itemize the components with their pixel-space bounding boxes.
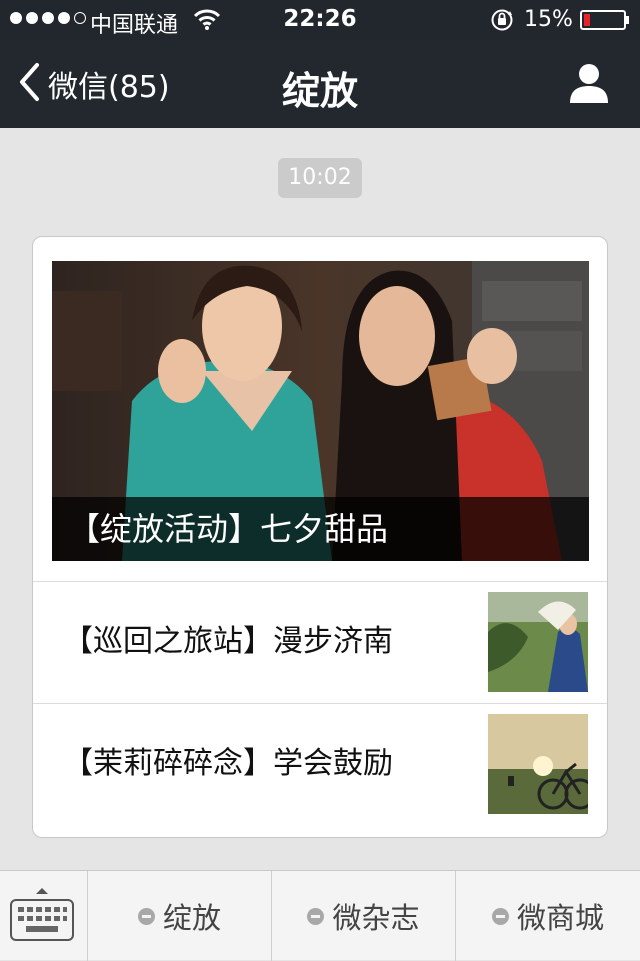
menu-item-micro-magazine[interactable]: 微杂志: [272, 871, 456, 961]
article-thumbnail: [488, 714, 588, 814]
nav-bar: 微信(85) 绽放: [0, 40, 640, 128]
keyboard-icon: [10, 887, 74, 947]
page-title: 绽放: [281, 69, 358, 113]
battery-tip: [626, 16, 629, 24]
article-item[interactable]: 【巡回之旅站】漫步济南: [33, 582, 607, 702]
menu-item-label: 微杂志: [332, 901, 420, 935]
battery-level-fill: [584, 14, 590, 26]
menu-item-label: 绽放: [162, 901, 221, 935]
keyboard-toggle-button[interactable]: [0, 871, 88, 961]
status-bar: 中国联通 22:26 15%: [0, 0, 640, 40]
menu-bar: 绽放 微杂志 微商城: [0, 870, 640, 961]
menu-dot-icon: [491, 907, 509, 925]
article-title: 【茉莉碎碎念】学会鼓励: [63, 746, 393, 781]
message-timestamp: 10:02: [278, 158, 362, 198]
news-card: 【绽放活动】七夕甜品 【巡回之旅站】漫步济南 【茉莉碎碎念】学会鼓励: [32, 236, 608, 838]
menu-dot-icon: [137, 907, 155, 925]
menu-item-bloom[interactable]: 绽放: [88, 871, 272, 961]
orientation-lock-icon: [490, 8, 514, 38]
article-thumbnail: [488, 592, 588, 692]
cover-article[interactable]: 【绽放活动】七夕甜品: [52, 261, 589, 561]
battery-percentage: 15%: [524, 7, 573, 32]
menu-item-micro-mall[interactable]: 微商城: [456, 871, 640, 961]
battery-icon: [580, 10, 626, 30]
menu-dot-icon: [307, 907, 325, 925]
profile-button[interactable]: [568, 62, 610, 108]
menu-item-label: 微商城: [516, 901, 604, 935]
article-item[interactable]: 【茉莉碎碎念】学会鼓励: [33, 704, 607, 824]
person-icon: [568, 64, 610, 108]
article-title: 【巡回之旅站】漫步济南: [63, 624, 393, 659]
cover-caption: 【绽放活动】七夕甜品: [52, 497, 589, 561]
